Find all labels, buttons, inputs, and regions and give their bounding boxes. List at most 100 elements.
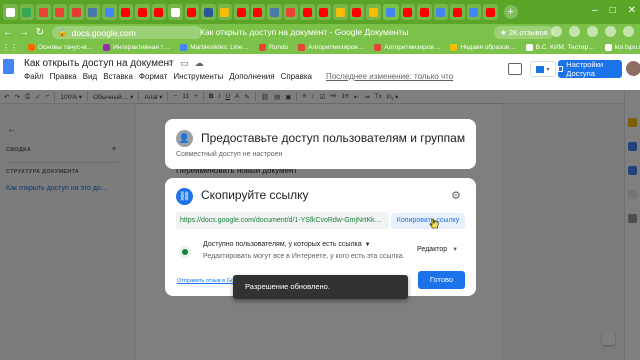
reviews-chip[interactable]: ★ 2К отзывов	[494, 26, 554, 39]
bookmark-item[interactable]: Rondo	[259, 44, 288, 51]
present-button[interactable]: ▾	[530, 61, 556, 77]
browser-tab[interactable]	[184, 4, 199, 20]
browser-tab[interactable]	[19, 4, 34, 20]
star-icon[interactable]	[551, 26, 562, 37]
browser-tab[interactable]	[69, 4, 84, 20]
apps-icon[interactable]: ⋮⋮	[2, 43, 18, 52]
bookmark-item[interactable]: В.С. КИМ. Тестир…	[525, 44, 595, 51]
tab-favicon-icon	[154, 7, 164, 17]
browser-tab[interactable]	[450, 4, 465, 20]
tab-favicon-icon	[121, 7, 131, 17]
bookmark-favicon-icon	[259, 44, 267, 51]
menu-item[interactable]: Вставка	[103, 72, 133, 81]
move-folder-icon[interactable]: ▭	[180, 58, 189, 69]
maximize-icon[interactable]: □	[610, 5, 616, 16]
browser-tab[interactable]	[382, 4, 399, 20]
star-icon[interactable]: ☆	[166, 58, 174, 69]
browser-tab[interactable]	[267, 4, 282, 20]
browser-tab[interactable]	[85, 4, 100, 20]
general-access-select[interactable]: Доступно пользователям, у которых есть с…	[203, 241, 371, 248]
browser-tab[interactable]	[201, 4, 216, 20]
document-title[interactable]: Как открыть доступ на документ	[24, 58, 174, 69]
caret-down-icon: ▼	[452, 247, 459, 253]
browser-tab[interactable]	[433, 4, 448, 20]
docs-logo-icon[interactable]	[3, 59, 14, 74]
bookmark-item[interactable]: Алгоритмизиров…	[374, 44, 440, 51]
tab-favicon-icon	[286, 7, 296, 17]
url-field[interactable]: 🔒 docs.google.com	[52, 26, 202, 39]
bookmark-item[interactable]: Интерактивная т…	[103, 44, 170, 51]
bookmark-item[interactable]: koi.tspu.ru/koi_bo…	[604, 44, 640, 51]
tab-favicon-icon	[403, 7, 413, 17]
bookmark-favicon-icon	[604, 44, 612, 51]
browser-tab[interactable]	[316, 4, 331, 20]
comment-history-icon[interactable]	[508, 63, 522, 75]
forward-icon[interactable]: →	[16, 27, 32, 38]
bookmark-item[interactable]: Marbleslides: Line…	[180, 44, 249, 51]
gear-icon[interactable]: ⚙	[451, 189, 461, 202]
reload-icon[interactable]: ↻	[32, 27, 48, 38]
menu-item[interactable]: Инструменты	[173, 72, 223, 81]
menu-item[interactable]: Файл	[24, 72, 44, 81]
browser-tab[interactable]	[135, 4, 150, 20]
extension-icon[interactable]	[587, 26, 598, 37]
present-icon	[536, 65, 545, 73]
bookmark-label: Недавя образов…	[460, 44, 516, 51]
last-edit-link[interactable]: Последнее изменение: только что	[326, 72, 453, 81]
menu-icon[interactable]	[623, 26, 634, 37]
snackbar: Разрешение обновлено.	[233, 275, 408, 299]
browser-tab[interactable]	[483, 4, 498, 20]
browser-tab[interactable]	[234, 4, 249, 20]
header-right: ▾ Настройки Доступа	[490, 54, 640, 90]
browser-tab[interactable]	[52, 4, 67, 20]
menu-item[interactable]: Дополнения	[229, 72, 274, 81]
extension-icon[interactable]	[569, 26, 580, 37]
share-with-people-card[interactable]: 👤 Предоставьте доступ пользователям и гр…	[165, 119, 476, 169]
share-button[interactable]: Настройки Доступа	[558, 60, 622, 78]
tab-favicon-icon	[452, 7, 462, 17]
bookmark-item[interactable]: Основы танус-м…	[28, 44, 93, 51]
browser-tab[interactable]	[300, 4, 315, 20]
browser-tab[interactable]	[217, 4, 232, 20]
browser-tab[interactable]	[400, 4, 415, 20]
menu-item[interactable]: Правка	[50, 72, 77, 81]
done-button[interactable]: Готово	[418, 271, 465, 289]
minimize-icon[interactable]: –	[592, 5, 598, 16]
bookmark-label: Rondo	[269, 44, 289, 51]
copy-link-button[interactable]: Копировать ссылку	[391, 213, 465, 229]
avatar[interactable]	[626, 61, 640, 76]
menu-item[interactable]: Справка	[281, 72, 312, 81]
menu-item[interactable]: Формат	[139, 72, 167, 81]
bookmark-favicon-icon	[450, 44, 458, 51]
caret-down-icon: ▼	[364, 242, 371, 248]
share-link-field[interactable]: https://docs.google.com/document/d/1-YSf…	[176, 212, 389, 229]
bookmark-item[interactable]: Алгоритмизиров…	[298, 44, 364, 51]
browser-tab[interactable]	[36, 4, 51, 20]
browser-tab[interactable]	[466, 4, 481, 20]
browser-tab[interactable]	[366, 4, 381, 20]
browser-tab[interactable]	[3, 4, 18, 20]
back-icon[interactable]: ←	[0, 27, 16, 38]
menu-item[interactable]: Вид	[83, 72, 97, 81]
browser-tab[interactable]	[102, 4, 117, 20]
hand-cursor-icon	[429, 218, 439, 229]
browser-tab[interactable]	[250, 4, 265, 20]
browser-tab[interactable]	[417, 4, 432, 20]
browser-tab[interactable]	[333, 4, 348, 20]
role-select[interactable]: Редактор ▼	[417, 246, 458, 253]
bookmark-label: Алгоритмизиров…	[308, 44, 365, 51]
browser-tab[interactable]	[168, 4, 183, 20]
browser-tab[interactable]	[118, 4, 133, 20]
bookmark-label: В.С. КИМ. Тестир…	[535, 44, 595, 51]
bookmark-label: Marbleslides: Line…	[190, 44, 250, 51]
browser-tab[interactable]	[283, 4, 298, 20]
add-person-icon: 👤	[176, 130, 193, 147]
browser-tab[interactable]	[151, 4, 166, 20]
tab-favicon-icon	[368, 7, 378, 17]
browser-tab[interactable]	[349, 4, 364, 20]
new-tab-icon[interactable]: +	[503, 5, 518, 19]
close-icon[interactable]: ✕	[628, 5, 636, 16]
bookmark-item[interactable]: Недавя образов…	[450, 44, 516, 51]
profile-icon[interactable]	[605, 26, 616, 37]
reviews-chip-label: 2К отзывов	[508, 28, 548, 37]
